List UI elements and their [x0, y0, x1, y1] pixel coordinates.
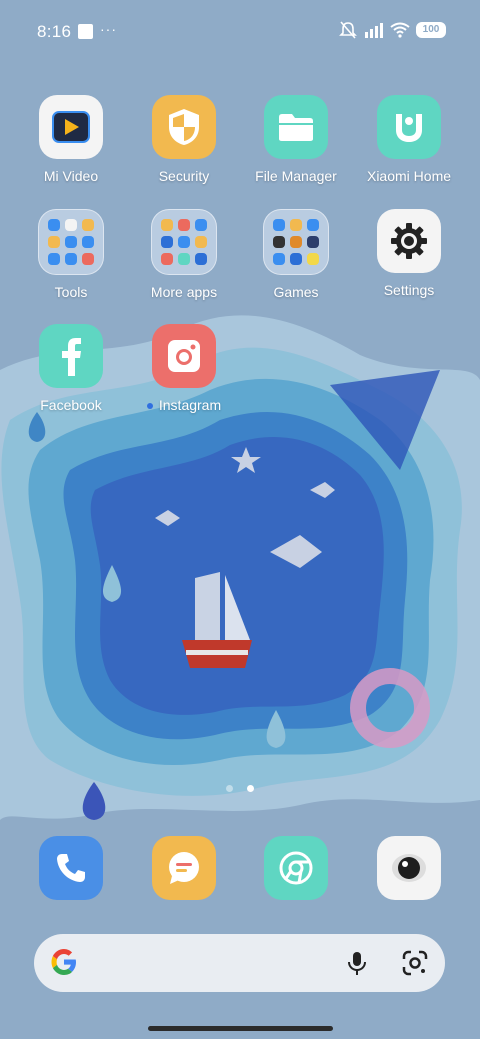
more-apps-folder-icon — [151, 209, 217, 275]
app-settings[interactable]: Settings — [355, 209, 463, 298]
messages-icon — [152, 836, 216, 900]
google-lens-icon[interactable] — [402, 950, 428, 976]
facebook-icon — [39, 324, 103, 388]
google-search-bar[interactable] — [34, 934, 445, 992]
camera-icon — [377, 836, 441, 900]
app-label: Xiaomi Home — [366, 168, 452, 184]
status-time: 8:16 — [37, 22, 72, 41]
dock-messages[interactable] — [130, 836, 238, 900]
instagram-icon — [152, 324, 216, 388]
app-label: Settings — [383, 282, 435, 298]
dock-chrome[interactable] — [242, 836, 350, 900]
app-label: Games — [273, 284, 319, 300]
dock-phone[interactable] — [17, 836, 125, 900]
app-label: Instagram — [130, 397, 238, 413]
gesture-navigation-bar[interactable] — [148, 1026, 333, 1031]
security-shield-icon — [152, 95, 216, 159]
app-label-text: Instagram — [158, 397, 222, 413]
status-bar: 8:16 ··· 100 — [0, 0, 480, 64]
page-dot-active[interactable] — [247, 785, 254, 792]
folder-icon — [264, 95, 328, 159]
app-label: Security — [158, 168, 210, 184]
phone-icon — [39, 836, 103, 900]
folder-more-apps[interactable]: More apps — [130, 209, 238, 300]
page-indicator — [0, 785, 480, 792]
microphone-icon[interactable] — [346, 950, 368, 976]
tools-folder-icon — [38, 209, 104, 275]
app-mi-video[interactable]: Mi Video — [17, 95, 125, 184]
wifi-icon — [390, 22, 410, 38]
new-install-dot-icon — [146, 403, 153, 410]
signal-icon — [365, 23, 383, 38]
settings-gear-icon — [377, 209, 441, 273]
app-label: More apps — [150, 284, 218, 300]
app-instagram[interactable]: Instagram — [130, 324, 238, 413]
app-facebook[interactable]: Facebook — [17, 324, 125, 413]
xiaomi-home-icon — [377, 95, 441, 159]
chrome-icon — [264, 836, 328, 900]
app-label: Mi Video — [43, 168, 99, 184]
google-g-icon — [51, 949, 76, 975]
folder-games[interactable]: Games — [242, 209, 350, 300]
app-file-manager[interactable]: File Manager — [242, 95, 350, 184]
app-label: File Manager — [255, 168, 337, 184]
app-label: Tools — [54, 284, 88, 300]
dock-camera[interactable] — [355, 836, 463, 900]
page-dot[interactable] — [226, 785, 233, 792]
app-label: Facebook — [40, 397, 102, 413]
mute-bell-icon — [339, 21, 357, 39]
more-notifications-icon: ··· — [100, 21, 117, 37]
folder-tools[interactable]: Tools — [17, 209, 125, 300]
notification-square-icon — [78, 24, 93, 39]
battery-indicator: 100 — [416, 22, 446, 38]
app-security[interactable]: Security — [130, 95, 238, 184]
mi-video-icon — [39, 95, 103, 159]
games-folder-icon — [263, 209, 329, 275]
app-xiaomi-home[interactable]: Xiaomi Home — [355, 95, 463, 184]
